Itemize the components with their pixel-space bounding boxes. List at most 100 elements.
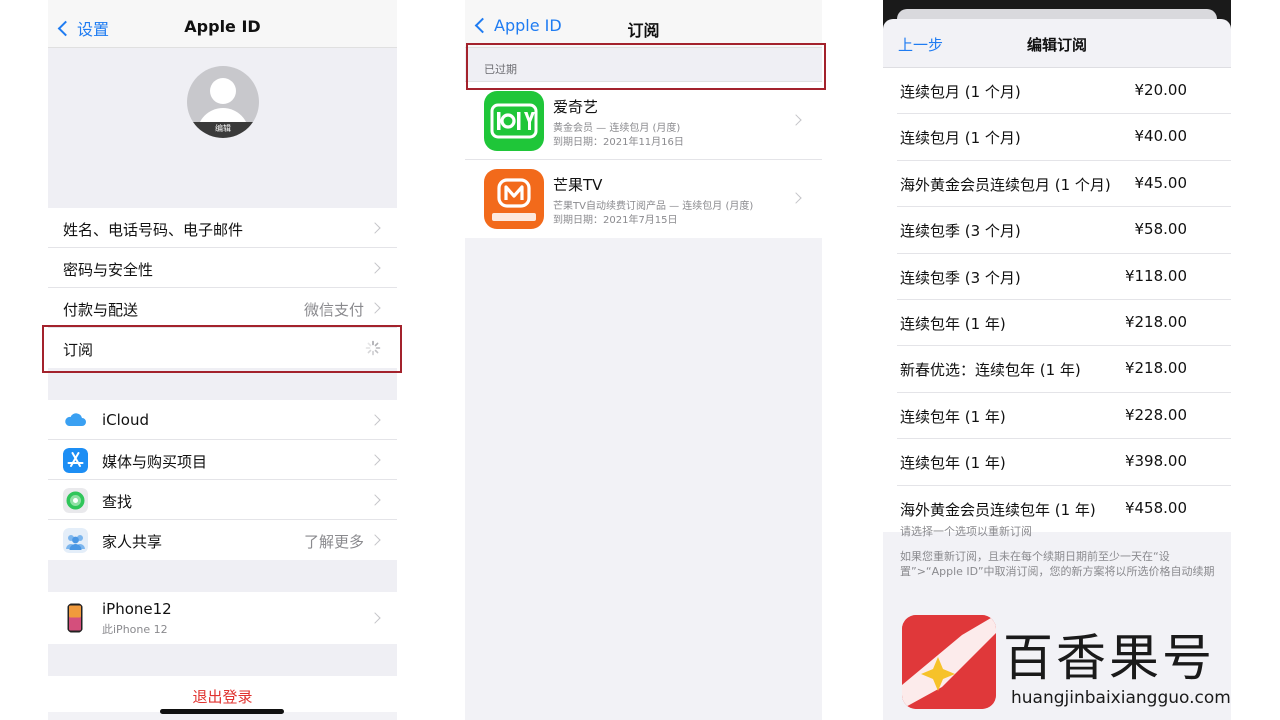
row-label: 密码与安全性: [63, 261, 154, 279]
home-indicator: [160, 709, 284, 714]
devices-group: iPhone12 此iPhone 12: [48, 592, 397, 644]
row-value: 了解更多: [303, 533, 364, 551]
app-name: 芒果TV: [553, 176, 603, 194]
avatar-edit-label[interactable]: 编辑: [187, 122, 259, 138]
footer-note: 如果您重新订阅，且未在每个续期日期前至少一天在“设置”>“Apple ID”中取…: [900, 550, 1215, 578]
plan-name: 海外黄金会员连续包年 (1 年): [900, 500, 1096, 519]
plan-name: 连续包年 (1 年): [900, 407, 1006, 426]
plan-name: 连续包季 (3 个月): [900, 268, 1021, 287]
plan-price: ¥20.00: [1134, 81, 1188, 99]
plan-option[interactable]: 海外黄金会员连续包月 (1 个月) ¥45.00: [897, 161, 1231, 208]
footer-hint: 请选择一个选项以重新订阅: [900, 525, 1032, 538]
plan-price: ¥218.00: [1124, 312, 1187, 331]
iqiyi-icon: [484, 91, 544, 151]
chevron-right-icon: [369, 414, 381, 426]
plan-price: ¥398.00: [1124, 452, 1187, 471]
row-subscriptions[interactable]: 订阅: [48, 328, 397, 368]
plan-price: ¥458.00: [1124, 498, 1187, 517]
plan-option[interactable]: 新春优选：连续包年 (1 年) ¥218.00: [897, 346, 1231, 393]
plan-price: ¥218.00: [1124, 359, 1187, 378]
avatar-head: [210, 78, 236, 104]
section-gap: [48, 560, 397, 592]
subscription-list: 爱奇艺 黄金会员 — 连续包月 (月度) 到期日期：2021年11月16日 芒果…: [465, 82, 822, 238]
row-find-my[interactable]: 查找: [48, 480, 397, 520]
subscriptions-screen: Apple ID 订阅 已过期 爱奇艺 黄金会员 — 连续包月 (月度) 到期日…: [465, 0, 822, 720]
sheet-footer: 请选择一个选项以重新订阅 如果您重新订阅，且未在每个续期日期前至少一天在“设置”…: [900, 524, 1217, 579]
row-label: iCloud: [102, 411, 150, 429]
plan-name: 新春优选：连续包年 (1 年): [900, 361, 1081, 380]
watermark-text: 百香果号: [1003, 629, 1215, 687]
watermark-logo: [902, 615, 996, 709]
row-device-iphone[interactable]: iPhone12 此iPhone 12: [48, 592, 397, 644]
profile-header: 编辑: [48, 48, 397, 208]
plan-name: 海外黄金会员连续包月 (1 个月): [900, 175, 1111, 194]
family-icon: [63, 528, 88, 553]
row-value: 微信支付: [303, 301, 364, 319]
edit-subscription-screen: 上一步 编辑订阅 连续包月 (1 个月) ¥20.00 连续包月 (1 个月) ¥4…: [883, 0, 1231, 720]
subscription-iqiyi[interactable]: 爱奇艺 黄金会员 — 连续包月 (月度) 到期日期：2021年11月16日: [465, 82, 822, 160]
apple-id-screen: 设置 Apple ID 编辑 姓名、电话号码、电子邮件 密码与安全性 付款与配送…: [48, 0, 397, 720]
chevron-right-icon: [369, 454, 381, 466]
plan-price: ¥58.00: [1134, 220, 1188, 239]
sign-out-button[interactable]: 退出登录: [48, 676, 397, 712]
plan-name: 连续包月 (1 个月): [900, 129, 1021, 148]
expiry-date: 到期日期：2021年11月16日: [553, 137, 684, 148]
plan-name: 连续包季 (3 个月): [900, 222, 1021, 241]
row-payment-shipping[interactable]: 付款与配送 微信支付: [48, 288, 397, 328]
watermark-url: huangjinbaixiangguo.com: [1011, 688, 1231, 708]
plan-name: 连续包年 (1 年): [900, 314, 1006, 333]
expiry-date: 到期日期：2021年7月15日: [553, 215, 678, 226]
account-group: 姓名、电话号码、电子邮件 密码与安全性 付款与配送 微信支付 订阅: [48, 208, 397, 368]
chevron-right-icon: [369, 222, 381, 234]
row-name-phone-email[interactable]: 姓名、电话号码、电子邮件: [48, 208, 397, 248]
plan-option[interactable]: 连续包月 (1 个月) ¥40.00: [897, 114, 1231, 161]
sheet-title: 编辑订阅: [1026, 36, 1087, 54]
row-label: 媒体与购买项目: [102, 453, 208, 471]
chevron-right-icon: [369, 262, 381, 274]
chevron-right-icon: [369, 612, 381, 624]
app-store-icon: [63, 448, 88, 473]
services-group: iCloud 媒体与购买项目 查找 家人共享 了解更多: [48, 400, 397, 560]
nav-title: 订阅: [627, 21, 660, 40]
subscription-mango-tv[interactable]: 芒果TV 芒果TV自动续费订阅产品 — 连续包月 (月度) 到期日期：2021年…: [465, 160, 822, 238]
chevron-right-icon: [369, 494, 381, 506]
nav-bar: Apple ID 订阅: [465, 0, 822, 48]
sheet-nav-bar: 上一步 编辑订阅: [883, 19, 1231, 68]
device-name: iPhone12: [102, 600, 172, 618]
row-label: 家人共享: [102, 533, 163, 551]
plan-option[interactable]: 连续包年 (1 年) ¥218.00: [897, 300, 1231, 347]
plan-option[interactable]: 连续包年 (1 年) ¥228.00: [897, 393, 1231, 440]
plan-description: 黄金会员 — 连续包月 (月度): [553, 123, 681, 134]
device-subtitle: 此iPhone 12: [102, 623, 168, 636]
app-name: 爱奇艺: [553, 98, 599, 116]
section-header-label: 已过期: [484, 63, 517, 76]
section-header-expired: 已过期: [465, 48, 822, 82]
plan-option[interactable]: 连续包季 (3 个月) ¥118.00: [897, 254, 1231, 300]
find-my-icon: [63, 488, 88, 513]
row-label: 订阅: [63, 341, 94, 359]
avatar[interactable]: 编辑: [187, 66, 259, 138]
row-icloud[interactable]: iCloud: [48, 400, 397, 440]
plan-name: 连续包月 (1 个月): [900, 83, 1021, 101]
nav-bar: 设置 Apple ID: [48, 0, 397, 48]
plan-price: ¥118.00: [1124, 266, 1187, 285]
chevron-right-icon: [790, 192, 802, 204]
mango-tv-icon: [484, 169, 544, 229]
row-password-security[interactable]: 密码与安全性: [48, 248, 397, 288]
row-label: 查找: [102, 493, 133, 511]
row-family-sharing[interactable]: 家人共享 了解更多: [48, 520, 397, 560]
row-media-purchases[interactable]: 媒体与购买项目: [48, 440, 397, 480]
nav-title: Apple ID: [184, 17, 261, 36]
chevron-right-icon: [369, 302, 381, 314]
plan-option[interactable]: 连续包季 (3 个月) ¥58.00: [897, 207, 1231, 254]
plan-option[interactable]: 连续包月 (1 个月) ¥20.00: [897, 68, 1231, 115]
plan-price: ¥45.00: [1134, 173, 1188, 192]
plan-options-list: 连续包月 (1 个月) ¥20.00 连续包月 (1 个月) ¥40.00 海外黄金…: [883, 68, 1231, 532]
section-gap: [48, 644, 397, 676]
chevron-right-icon: [369, 534, 381, 546]
chevron-right-icon: [790, 114, 802, 126]
plan-name: 连续包年 (1 年): [900, 454, 1006, 473]
loading-spinner-icon: [365, 340, 381, 356]
plan-option[interactable]: 连续包年 (1 年) ¥398.00: [897, 439, 1231, 486]
row-label: 姓名、电话号码、电子邮件: [63, 221, 244, 239]
